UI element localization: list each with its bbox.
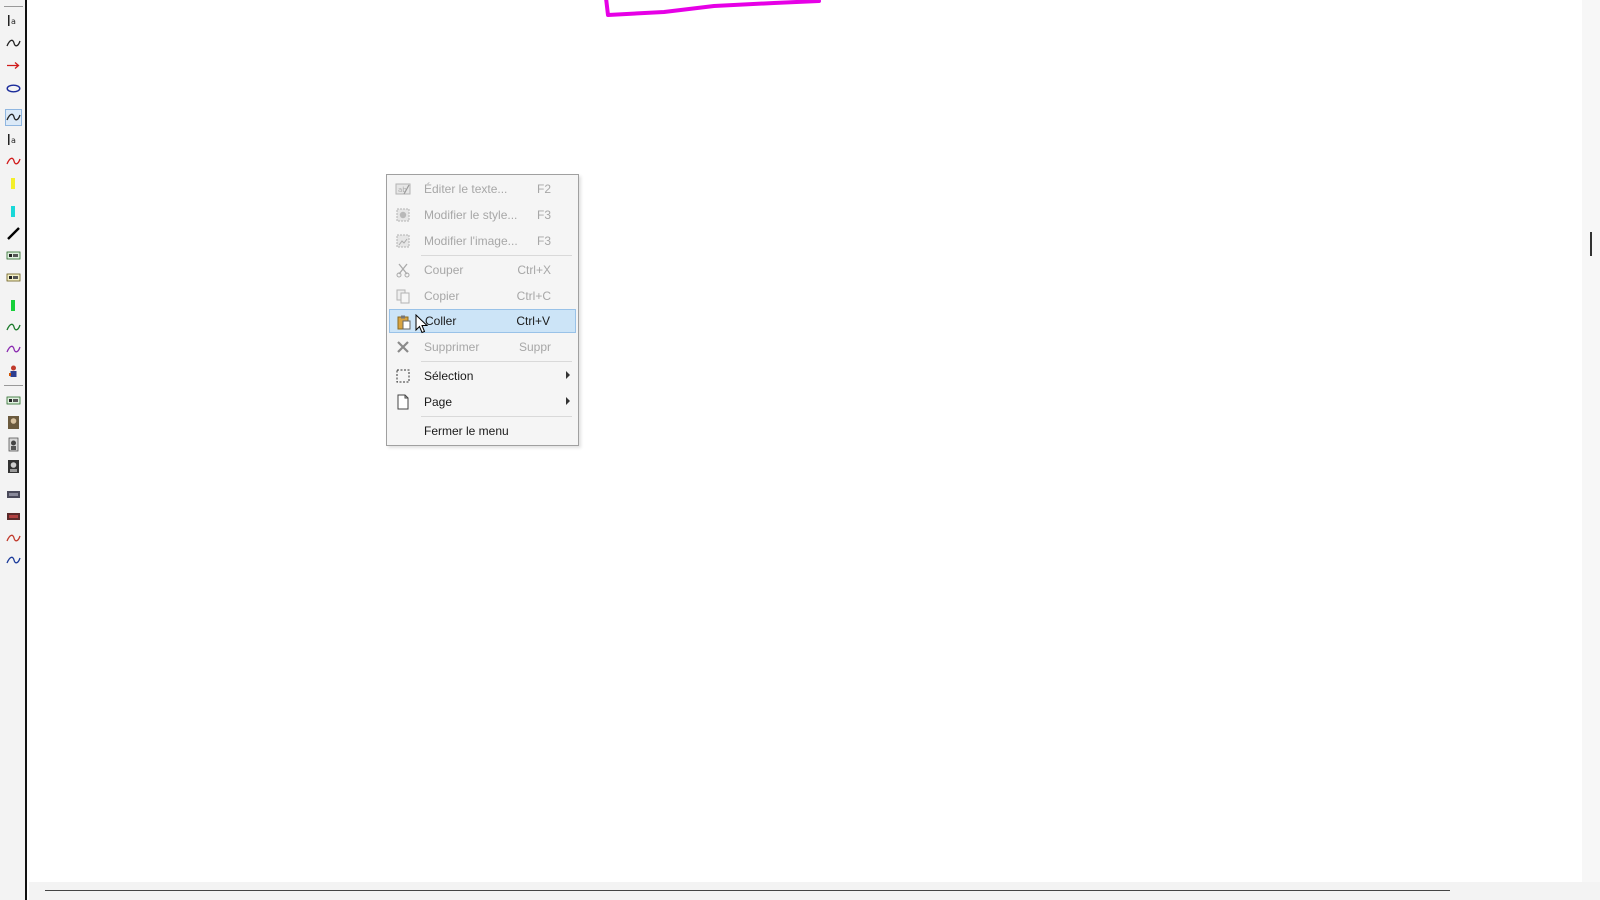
curve-red-icon[interactable]: [5, 153, 22, 170]
submenu-arrow-icon: [566, 397, 570, 405]
menu-item-label: Couper: [424, 263, 464, 277]
toolbar-separator: [4, 6, 23, 7]
text-tool-icon[interactable]: a: [5, 12, 22, 29]
menu-separator: [421, 361, 572, 362]
vertical-scrollbar[interactable]: [1582, 0, 1600, 900]
menu-separator: [421, 416, 572, 417]
edit-text-icon: ab: [395, 181, 411, 197]
stamp-icon[interactable]: [5, 269, 22, 286]
style-icon: [395, 207, 411, 223]
curve-blue-icon[interactable]: [5, 552, 22, 569]
ellipse-blue-icon[interactable]: [5, 80, 22, 97]
character-icon[interactable]: [5, 363, 22, 380]
curve-green-icon[interactable]: [5, 319, 22, 336]
menu-item-shortcut: Suppr: [518, 340, 551, 354]
menu-item-label: Page: [424, 395, 453, 409]
mouse-cursor-icon: [415, 314, 429, 334]
curve-purple-icon[interactable]: [5, 341, 22, 358]
paste-icon: [396, 314, 412, 330]
stamp-icon[interactable]: [5, 392, 22, 409]
copy-icon: [395, 288, 411, 304]
magenta-drawn-shape[interactable]: [604, 0, 824, 20]
highlighter-cyan-icon[interactable]: [5, 203, 22, 220]
freehand-icon[interactable]: [5, 109, 22, 126]
menu-item-shortcut: Ctrl+X: [517, 263, 551, 277]
menu-item-label: Modifier le style...: [424, 208, 518, 222]
stamp-icon[interactable]: [5, 247, 22, 264]
menu-item-cut[interactable]: Couper Ctrl+X: [389, 258, 576, 282]
menu-item-label: Copier: [424, 289, 460, 303]
pen-black-icon[interactable]: [5, 225, 22, 242]
menu-item-label: Coller: [425, 314, 457, 328]
image-thumb-icon[interactable]: [5, 486, 22, 503]
menu-item-copy[interactable]: Copier Ctrl+C: [389, 284, 576, 308]
text-tool-icon[interactable]: a: [5, 131, 22, 148]
delete-icon: [395, 339, 411, 355]
toolbar-separator: [4, 385, 23, 386]
svg-text:a: a: [11, 17, 16, 26]
highlighter-yellow-icon[interactable]: [5, 175, 22, 192]
menu-item-shortcut: F2: [536, 182, 551, 196]
menu-item-edit-text[interactable]: ab Éditer le texte... F2: [389, 177, 576, 201]
menu-item-modify-style[interactable]: Modifier le style... F3: [389, 203, 576, 227]
horizontal-scroll-thumb[interactable]: [45, 890, 1450, 891]
menu-item-modify-image[interactable]: Modifier l'image... F3: [389, 229, 576, 253]
horizontal-scrollbar[interactable]: [29, 882, 1600, 900]
context-menu: ab Éditer le texte... F2 Modifier le sty…: [386, 174, 579, 446]
page-icon: [395, 394, 411, 410]
menu-item-label: Éditer le texte...: [424, 182, 508, 196]
menu-item-page[interactable]: Page: [389, 390, 576, 414]
menu-item-close-menu[interactable]: Fermer le menu: [389, 419, 576, 443]
curve-black-icon[interactable]: [5, 35, 22, 52]
selection-icon: [395, 368, 411, 384]
image-thumb-icon[interactable]: [5, 508, 22, 525]
menu-item-shortcut: F3: [536, 234, 551, 248]
highlighter-green-icon[interactable]: [5, 297, 22, 314]
menu-item-shortcut: Ctrl+V: [516, 314, 550, 328]
drawing-canvas[interactable]: [29, 0, 1582, 882]
menu-item-label: Fermer le menu: [424, 424, 509, 438]
portrait-icon[interactable]: [5, 436, 22, 453]
portrait-icon[interactable]: [5, 458, 22, 475]
menu-item-selection[interactable]: Sélection: [389, 364, 576, 388]
curve-red-icon[interactable]: [5, 530, 22, 547]
menu-separator: [421, 255, 572, 256]
submenu-arrow-icon: [566, 371, 570, 379]
menu-item-shortcut: Ctrl+C: [516, 289, 551, 303]
vertical-scroll-thumb[interactable]: [1590, 232, 1592, 256]
menu-item-label: Supprimer: [424, 340, 480, 354]
menu-item-shortcut: F3: [536, 208, 551, 222]
svg-text:a: a: [11, 136, 16, 145]
menu-item-delete[interactable]: Supprimer Suppr: [389, 335, 576, 359]
menu-item-label: Sélection: [424, 369, 474, 383]
scissors-icon: [395, 262, 411, 278]
image-edit-icon: [395, 233, 411, 249]
tool-palette: a a: [0, 0, 27, 900]
arrow-red-icon[interactable]: [5, 57, 22, 74]
menu-item-label: Modifier l'image...: [424, 234, 518, 248]
portrait-icon[interactable]: [5, 414, 22, 431]
